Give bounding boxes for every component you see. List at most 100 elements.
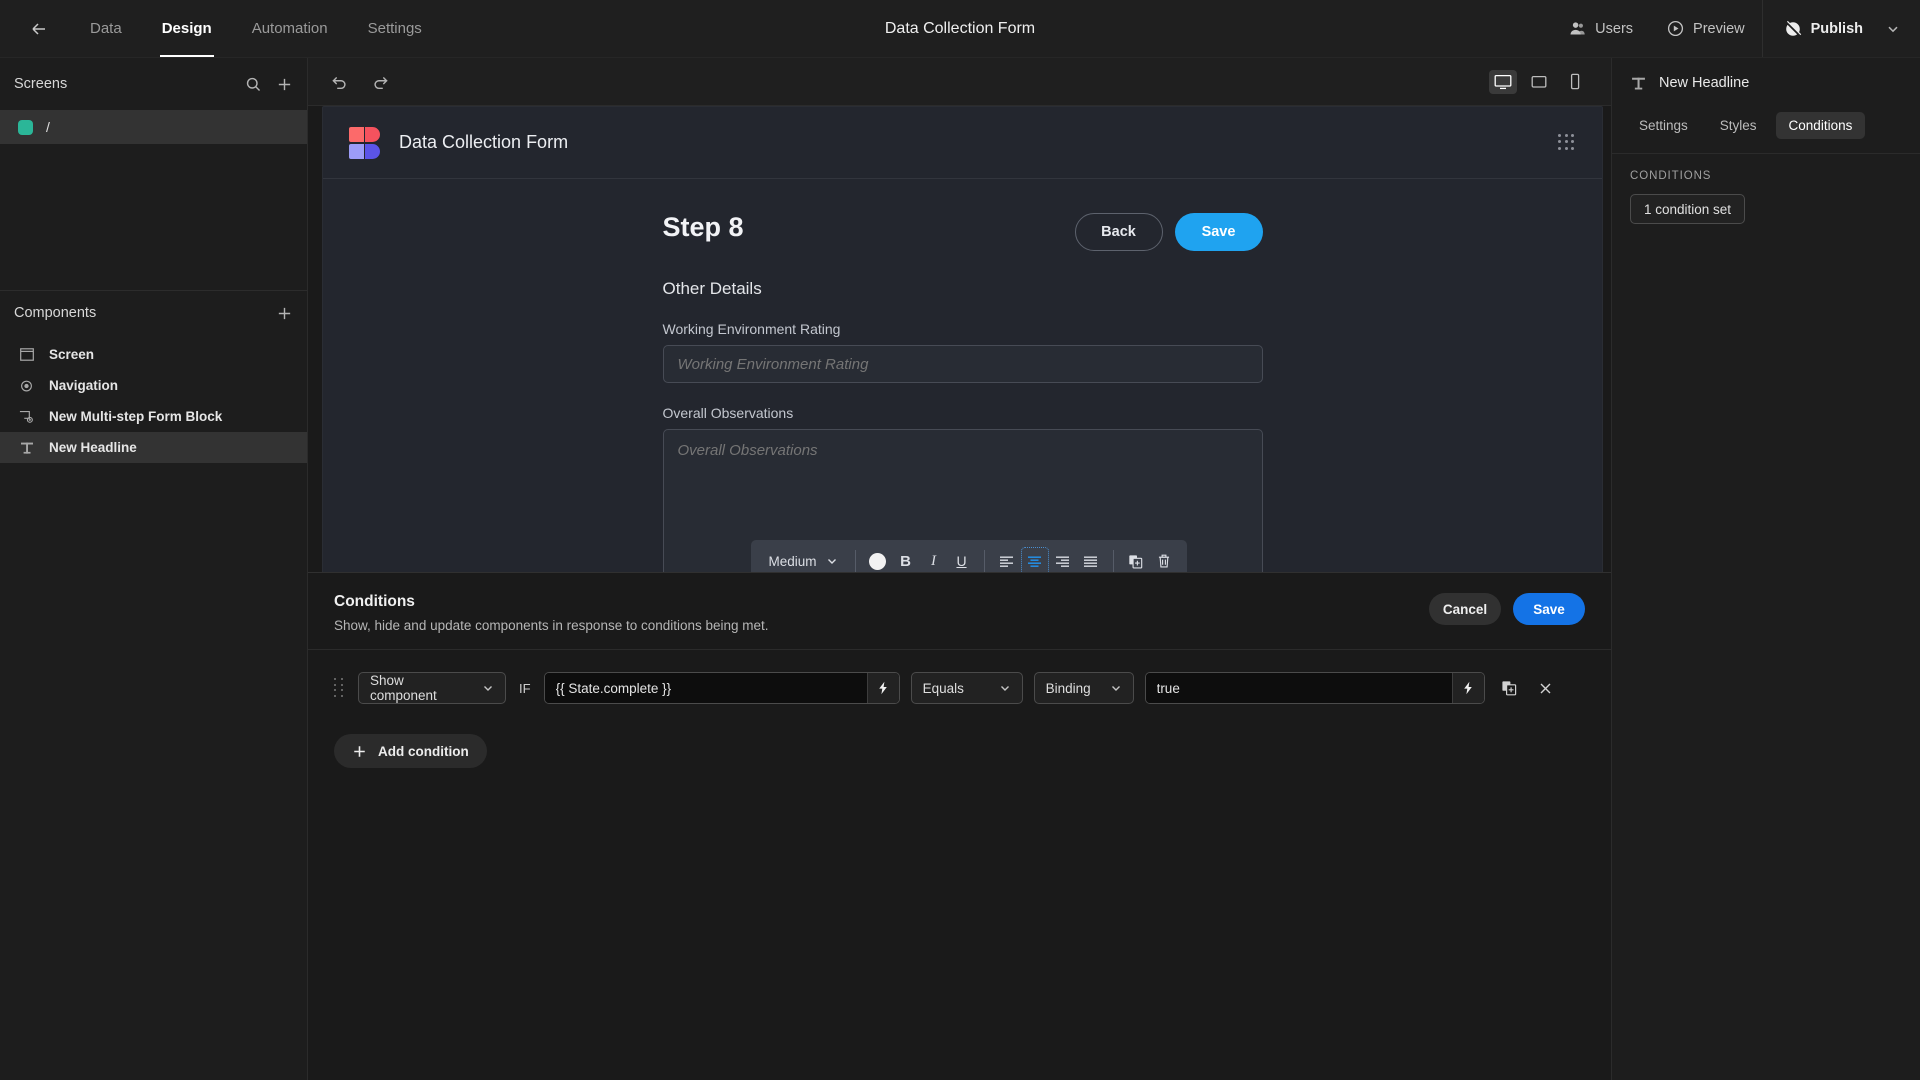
conditions-save-button[interactable]: Save — [1513, 593, 1585, 625]
preview-label: Preview — [1693, 20, 1745, 37]
italic-button[interactable]: I — [921, 548, 947, 574]
app-preview-frame: Data Collection Form Step 8 Back Save Ot… — [322, 106, 1603, 626]
form-back-button[interactable]: Back — [1074, 213, 1163, 251]
chevron-down-icon — [826, 555, 838, 567]
condition-left-binding-button[interactable] — [866, 673, 899, 703]
align-right-icon — [1055, 555, 1070, 568]
users-button[interactable]: Users — [1552, 0, 1650, 57]
nav-tab-data[interactable]: Data — [70, 0, 142, 57]
condition-left-binding-input[interactable] — [544, 673, 867, 703]
if-label: IF — [519, 680, 531, 696]
conditions-drawer-title: Conditions — [334, 593, 415, 610]
component-item-navigation[interactable]: Navigation — [0, 370, 307, 401]
nav-tab-settings[interactable]: Settings — [348, 0, 442, 57]
add-condition-button[interactable]: Add condition — [334, 734, 487, 768]
tab-settings[interactable]: Settings — [1626, 112, 1701, 139]
play-circle-icon — [1667, 20, 1684, 37]
align-justify-button[interactable] — [1078, 548, 1104, 574]
condition-operator-select[interactable]: Equals — [910, 672, 1023, 704]
form-save-button[interactable]: Save — [1174, 213, 1263, 251]
back-button[interactable] — [22, 12, 56, 46]
right-panel-tabs: Settings Styles Conditions — [1612, 104, 1920, 153]
eye-icon — [18, 379, 35, 393]
align-right-button[interactable] — [1050, 548, 1076, 574]
undo-button[interactable] — [330, 72, 349, 91]
conditions-drawer: Conditions Show, hide and update compone… — [308, 572, 1611, 1080]
align-center-icon — [1027, 555, 1042, 568]
top-bar-actions: Users Preview Publish — [1552, 0, 1920, 57]
selected-component-name: New Headline — [1659, 75, 1750, 91]
text-size-value: Medium — [768, 553, 817, 569]
condition-right-binding-button[interactable] — [1451, 673, 1484, 703]
lightning-icon — [1461, 681, 1475, 695]
canvas-toolbar — [308, 58, 1611, 106]
lightning-icon — [876, 681, 890, 695]
device-mobile-button[interactable] — [1561, 70, 1589, 94]
left-panel: Screens / Components Screen Navigation N… — [0, 58, 308, 1080]
publish-group: Publish — [1761, 0, 1920, 57]
condition-set-button[interactable]: 1 condition set — [1630, 194, 1746, 224]
components-list: Screen Navigation New Multi-step Form Bl… — [0, 335, 307, 463]
device-tablet-button[interactable] — [1525, 70, 1553, 94]
conditions-section-label: CONDITIONS — [1612, 153, 1920, 182]
condition-right-binding-input[interactable] — [1145, 673, 1452, 703]
preview-button[interactable]: Preview — [1650, 0, 1762, 57]
nav-tab-automation[interactable]: Automation — [232, 0, 348, 57]
publish-dropdown-button[interactable] — [1880, 22, 1906, 36]
drag-handle-icon[interactable] — [334, 678, 345, 698]
chevron-down-icon — [999, 682, 1011, 694]
conditions-rows: Show component IF Equals — [308, 650, 1611, 704]
redo-button[interactable] — [371, 72, 390, 91]
color-swatch-icon — [869, 552, 887, 570]
conditions-cancel-button[interactable]: Cancel — [1429, 593, 1501, 625]
condition-duplicate-button[interactable] — [1496, 675, 1522, 701]
publish-button[interactable]: Publish — [1767, 0, 1880, 57]
screens-search-button[interactable] — [245, 76, 262, 93]
text-color-button[interactable] — [865, 548, 891, 574]
nav-tab-design[interactable]: Design — [142, 0, 232, 57]
plus-icon — [276, 76, 293, 93]
condition-left-binding — [543, 672, 900, 704]
field-overall-observations: Overall Observations Medium — [662, 405, 1263, 594]
align-left-icon — [999, 555, 1014, 568]
screens-list: / — [0, 110, 307, 144]
bold-button[interactable]: B — [893, 548, 919, 574]
tab-conditions[interactable]: Conditions — [1775, 112, 1866, 139]
condition-operator-value: Equals — [922, 680, 964, 696]
delete-component-button[interactable] — [1151, 548, 1177, 574]
right-panel: New Headline Settings Styles Conditions … — [1611, 58, 1920, 1080]
component-item-screen[interactable]: Screen — [0, 339, 307, 370]
preview-app-header: Data Collection Form — [323, 107, 1602, 179]
condition-remove-button[interactable] — [1533, 675, 1559, 701]
screen-item-label: / — [46, 119, 50, 135]
condition-value-type-select[interactable]: Binding — [1033, 672, 1134, 704]
align-center-button[interactable] — [1020, 547, 1049, 575]
main-nav-tabs: Data Design Automation Settings — [70, 0, 442, 57]
tab-styles[interactable]: Styles — [1707, 112, 1770, 139]
preview-form-body: Step 8 Back Save Other Details Working E… — [323, 179, 1602, 594]
component-item-new-headline[interactable]: New Headline — [0, 432, 307, 463]
align-left-button[interactable] — [994, 548, 1020, 574]
components-title: Components — [14, 305, 97, 321]
device-desktop-button[interactable] — [1489, 69, 1517, 94]
chevron-down-icon — [1886, 22, 1900, 36]
users-icon — [1569, 20, 1586, 37]
components-header: Components — [0, 291, 307, 335]
redo-icon — [371, 72, 390, 91]
working-environment-rating-input[interactable] — [662, 345, 1263, 383]
publish-label: Publish — [1810, 20, 1863, 37]
add-screen-button[interactable] — [276, 76, 293, 93]
component-item-multistep-form-block[interactable]: New Multi-step Form Block — [0, 401, 307, 432]
grip-dots-icon[interactable] — [1558, 133, 1576, 152]
step-title: Step 8 — [662, 212, 744, 242]
text-size-select[interactable]: Medium — [761, 554, 846, 569]
duplicate-component-button[interactable] — [1123, 548, 1149, 574]
underline-button[interactable]: U — [949, 548, 975, 574]
add-component-button[interactable] — [276, 305, 293, 322]
condition-action-select[interactable]: Show component — [358, 672, 506, 704]
screen-item-root[interactable]: / — [0, 110, 307, 144]
form-block-icon — [18, 410, 35, 424]
form-section-title: Other Details — [662, 279, 762, 298]
text-icon — [18, 441, 35, 455]
app-canvas: Data Collection Form Step 8 Back Save Ot… — [322, 106, 1603, 626]
